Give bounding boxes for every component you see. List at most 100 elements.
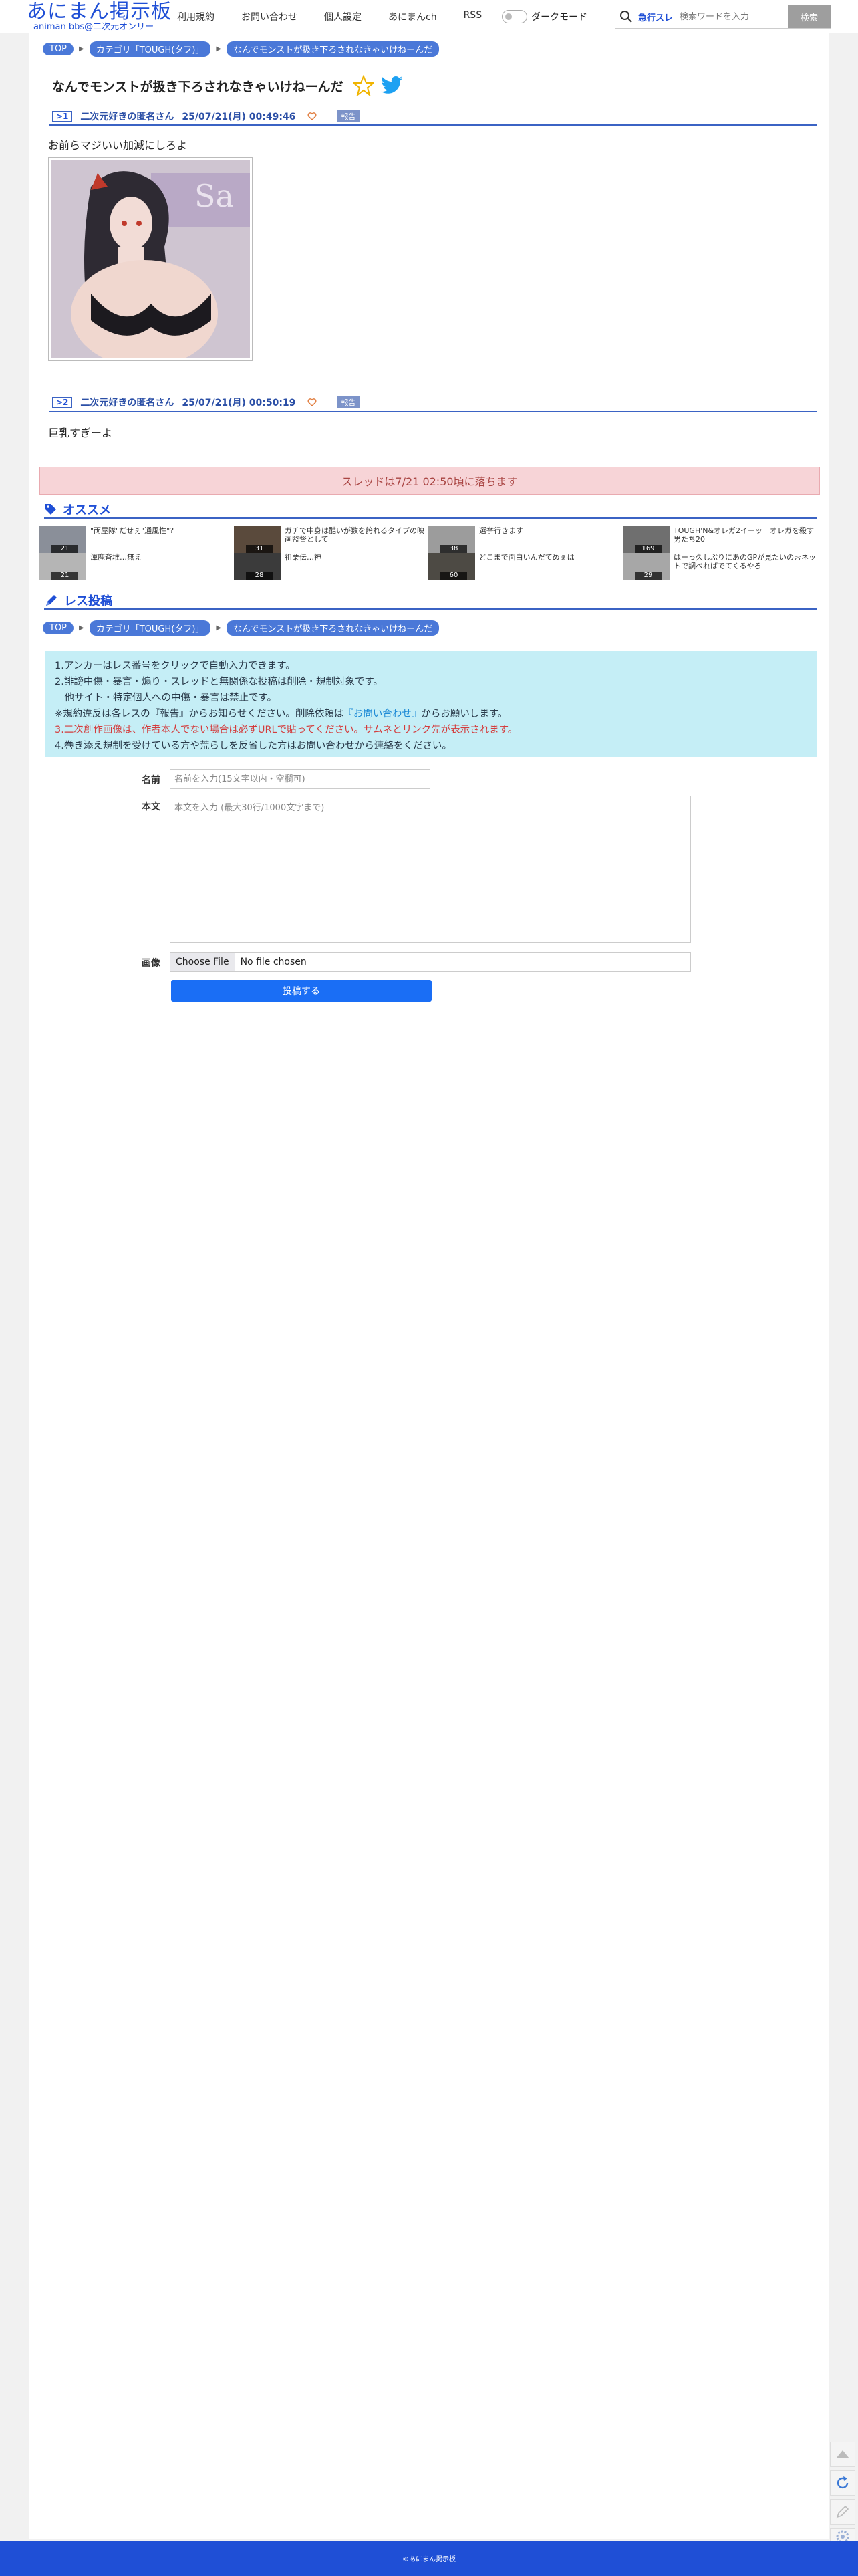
thread-drop-notice: スレッドは7/21 02:50頃に落ちます [39, 467, 820, 495]
trending-threads-link[interactable]: 急行スレ [638, 11, 673, 23]
favorite-star-icon[interactable] [352, 75, 374, 96]
post-date: 25/07/21(月) 00:50:19 [182, 398, 296, 408]
post-author: 二次元好きの匿名さん [80, 112, 174, 122]
recommend-thumbnail: 28 [234, 553, 281, 580]
recommend-item-title: 渾鹿斉堆…無え [90, 553, 142, 562]
recommend-item[interactable]: 31 ガチで中身は酷いが数を誇れるタイプの映画監督として [234, 526, 429, 553]
recommend-thumbnail: 38 [428, 526, 475, 553]
submit-button[interactable]: 投稿する [171, 980, 432, 1002]
recommend-item[interactable]: 38 選挙行きます [428, 526, 623, 553]
image-label: 画像 [142, 958, 160, 969]
recommend-thumbnail: 29 [623, 553, 670, 580]
search-input[interactable] [680, 11, 784, 22]
settings-button[interactable] [830, 2528, 855, 2541]
report-button[interactable]: 報告 [337, 110, 360, 122]
comment-count: 21 [51, 545, 78, 553]
like-heart-icon[interactable] [307, 398, 317, 407]
comment-count: 60 [440, 572, 467, 580]
logo-title: あにまん掲示板 [27, 0, 172, 23]
post-header: >2 二次元好きの匿名さん 25/07/21(月) 00:50:19 報告 [49, 394, 817, 412]
search-bar: 急行スレ 検索 [615, 5, 831, 29]
svg-text:Sa: Sa [194, 178, 234, 214]
breadcrumb-separator-icon: ▶ [79, 624, 84, 632]
recommend-thumbnail: 60 [428, 553, 475, 580]
nav-animanch-link[interactable]: あにまんch [388, 10, 437, 23]
rule-line: 3.二次創作画像は、作者本人でない場合は必ずURLで貼ってください。サムネとリン… [55, 725, 518, 735]
dark-mode-toggle[interactable] [502, 9, 528, 23]
search-button[interactable]: 検索 [788, 5, 831, 28]
image-illustration: Sa [51, 160, 250, 358]
comment-count: 169 [635, 545, 662, 553]
breadcrumb-separator-icon: ▶ [79, 45, 84, 53]
refresh-icon [837, 2476, 849, 2489]
dark-mode-switch[interactable]: ダークモード [502, 9, 587, 23]
breadcrumb-thread[interactable]: なんでモンストが扱き下ろされなきゃいけねーんだ [227, 41, 440, 57]
posting-rules: 1.アンカーはレス番号をクリックで自動入力できます。 2.誹謗中傷・暴言・煽り・… [45, 651, 817, 757]
breadcrumb: TOP ▶ カテゴリ「TOUGH(タフ)」 ▶ なんでモンストが扱き下ろされなき… [43, 41, 440, 57]
image-file-input[interactable]: Choose File No file chosen [170, 952, 691, 972]
contact-link[interactable]: 『お問い合わせ』 [343, 709, 421, 719]
file-status: No file chosen [240, 957, 307, 967]
pencil-icon [836, 2505, 849, 2519]
breadcrumb-top[interactable]: TOP [43, 43, 74, 55]
write-post-button[interactable] [830, 2499, 855, 2525]
recommend-item[interactable]: 60 どこまで面白いんだてめぇは [428, 553, 623, 580]
post-image-picture: Sa [51, 160, 250, 358]
recommend-thumbnail: 21 [39, 553, 86, 580]
breadcrumb-category[interactable]: カテゴリ「TOUGH(タフ)」 [89, 620, 211, 636]
post-header: >1 二次元好きの匿名さん 25/07/21(月) 00:49:46 報告 [49, 108, 817, 126]
recommend-item[interactable]: 29 はーっ久しぶりにあのGPが見たいのぉネットで調べればでてくるやろ [623, 553, 818, 580]
recommend-item-title: 祖栗伝…神 [285, 553, 321, 562]
nav-rss-link[interactable]: RSS [464, 10, 482, 23]
breadcrumb-category[interactable]: カテゴリ「TOUGH(タフ)」 [89, 41, 211, 57]
reply-title: レス投稿 [64, 594, 112, 608]
reload-button[interactable] [830, 2470, 855, 2496]
comment-count: 29 [635, 572, 662, 580]
thread-title-row: なんでモンストが扱き下ろされなきゃいけねーんだ [52, 71, 654, 100]
nav-contact-link[interactable]: お問い合わせ [241, 10, 297, 23]
comment-count: 38 [440, 545, 467, 553]
choose-file-button[interactable]: Choose File [170, 953, 235, 971]
recommend-item[interactable]: 21 渾鹿斉堆…無え [39, 553, 235, 580]
recommend-item[interactable]: 21 "両屋隊"だせぇ"通風性"? [39, 526, 235, 553]
search-icon [620, 11, 632, 23]
post-body: 巨乳すぎーよ [48, 427, 113, 439]
rule-line: ※規約違反は各レスの『報告』からお知らせください。削除依頼は『お問い合わせ』から… [55, 706, 807, 722]
site-logo[interactable]: あにまん掲示板 animan bbs@二次元オンリー [27, 0, 172, 33]
logo-subtitle: animan bbs@二次元オンリー [33, 22, 154, 32]
site-header: あにまん掲示板 animan bbs@二次元オンリー 利用規約 お問い合わせ 個… [0, 0, 858, 33]
comment-count: 28 [246, 572, 273, 580]
post-image[interactable]: Sa [48, 157, 253, 361]
rule-line: 2.誹謗中傷・暴言・煽り・スレッドと無関係な投稿は削除・規制対象です。 [55, 677, 383, 687]
recommend-item-title: "両屋隊"だせぇ"通風性"? [90, 526, 174, 535]
recommend-item-title: 選挙行きます [479, 526, 523, 535]
twitter-share-icon[interactable] [381, 76, 404, 96]
breadcrumb-thread[interactable]: なんでモンストが扱き下ろされなきゃいけねーんだ [227, 620, 440, 636]
nav-settings-link[interactable]: 個人設定 [324, 10, 362, 23]
post-author: 二次元好きの匿名さん [80, 398, 174, 408]
recommend-title: オススメ [63, 503, 111, 517]
body-textarea[interactable] [170, 796, 691, 943]
nav-terms-link[interactable]: 利用規約 [177, 10, 214, 23]
rule-text: からお願いします。 [421, 709, 508, 719]
recommend-item-title: ガチで中身は酷いが数を誇れるタイプの映画監督として [285, 526, 424, 544]
like-heart-icon[interactable] [307, 112, 317, 121]
name-label: 名前 [142, 775, 160, 786]
post-number-anchor[interactable]: >1 [52, 111, 73, 122]
gear-icon [836, 2530, 849, 2541]
recommend-item[interactable]: 169 TOUGH'N&オレガ2イーッ オレガを殺す男たち20 [623, 526, 818, 553]
post-number-anchor[interactable]: >2 [52, 397, 73, 408]
post-date: 25/07/21(月) 00:49:46 [182, 112, 296, 122]
report-button[interactable]: 報告 [337, 396, 360, 408]
comment-count: 31 [246, 545, 273, 553]
comment-count: 21 [51, 572, 78, 580]
rule-line: 4.巻き添え規制を受けている方や荒らしを反省した方はお問い合わせから連絡をくださ… [55, 741, 452, 751]
breadcrumb-top[interactable]: TOP [43, 622, 74, 634]
recommend-item[interactable]: 28 祖栗伝…神 [234, 553, 429, 580]
name-input[interactable] [170, 769, 430, 789]
rule-line: 他サイト・特定個人への中傷・暴言は禁止です。 [55, 693, 277, 703]
post-body: お前らマジいい加減にしろよ [48, 139, 188, 152]
scroll-top-button[interactable] [830, 2442, 855, 2467]
main-content: TOP ▶ カテゴリ「TOUGH(タフ)」 ▶ なんでモンストが扱き下ろされなき… [29, 33, 829, 2539]
recommend-thumbnail: 169 [623, 526, 670, 553]
